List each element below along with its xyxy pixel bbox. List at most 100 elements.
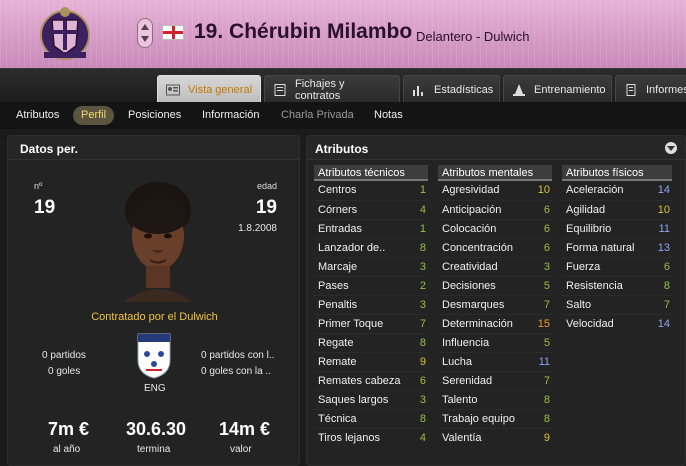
- attribute-value: 7: [663, 299, 670, 311]
- contract-status[interactable]: Contratado por el Dulwich: [8, 311, 301, 323]
- wage-label: al año: [53, 444, 81, 455]
- attribute-name: Equilibrio: [566, 223, 612, 235]
- attribute-row[interactable]: Remates cabeza 6: [314, 371, 428, 390]
- attribute-value: 13: [657, 242, 670, 254]
- attribute-name: Agresividad: [442, 184, 500, 196]
- tab-fichajes-contratos[interactable]: Fichajes y contratos: [264, 75, 400, 103]
- attribute-row[interactable]: Resistencia 8: [562, 276, 672, 295]
- attribute-value: 8: [419, 413, 426, 425]
- attribute-row[interactable]: Centros 1: [314, 181, 428, 200]
- player-stepper[interactable]: [137, 18, 153, 48]
- england-fa-crest-icon[interactable]: [136, 332, 172, 380]
- attribute-row[interactable]: Agresividad 10: [438, 181, 552, 200]
- attribute-row[interactable]: Regate 8: [314, 333, 428, 352]
- attribute-row[interactable]: Marcaje 3: [314, 257, 428, 276]
- attribute-row[interactable]: Colocación 6: [438, 219, 552, 238]
- attribute-row[interactable]: Técnica 8: [314, 409, 428, 428]
- tab-informes[interactable]: Informes: [615, 75, 686, 103]
- attribute-row[interactable]: Entradas 1: [314, 219, 428, 238]
- attribute-value: 6: [419, 375, 426, 387]
- attribute-row[interactable]: Talento 8: [438, 390, 552, 409]
- attribute-name: Centros: [318, 184, 357, 196]
- sub-tabbar: Atributos Perfil Posiciones Información …: [0, 102, 686, 129]
- attribute-row[interactable]: Saques largos 3: [314, 390, 428, 409]
- attribute-value: 15: [537, 318, 550, 330]
- attribute-name: Córners: [318, 204, 358, 216]
- attribute-row[interactable]: Primer Toque 7: [314, 314, 428, 333]
- attribute-value: 8: [419, 337, 426, 349]
- tab-entrenamiento[interactable]: Entrenamiento: [503, 75, 612, 103]
- collapse-icon[interactable]: [665, 142, 677, 154]
- attribute-row[interactable]: Agilidad 10: [562, 200, 672, 219]
- attribute-row[interactable]: Fuerza 6: [562, 257, 672, 276]
- bar-chart-icon: [412, 84, 426, 96]
- attribute-name: Marcaje: [318, 261, 358, 273]
- tab-label: Informes: [646, 83, 686, 96]
- attribute-row[interactable]: Decisiones 5: [438, 276, 552, 295]
- attribute-value: 11: [658, 223, 670, 235]
- attribute-value: 4: [419, 432, 426, 444]
- subtab-notas[interactable]: Notas: [366, 106, 411, 125]
- player-face-image: [116, 180, 200, 302]
- subtab-perfil[interactable]: Perfil: [73, 106, 115, 125]
- attribute-row[interactable]: Concentración 6: [438, 238, 552, 257]
- attribute-row[interactable]: Serenidad 7: [438, 371, 552, 390]
- attribute-row[interactable]: Anticipación 6: [438, 200, 552, 219]
- attribute-row[interactable]: Valentía 9: [438, 428, 552, 447]
- market-value: 14m €: [219, 419, 271, 439]
- attribute-row[interactable]: Pases 2: [314, 276, 428, 295]
- attribute-row[interactable]: Aceleración 14: [562, 181, 672, 200]
- attribute-row[interactable]: Velocidad 14: [562, 314, 672, 333]
- attribute-value: 11: [538, 356, 550, 368]
- attribute-value: 3: [419, 261, 426, 273]
- next-player-icon[interactable]: [141, 36, 149, 42]
- attribute-value: 6: [543, 223, 550, 235]
- report-icon: [624, 83, 638, 96]
- previous-player-icon[interactable]: [141, 24, 149, 30]
- subtab-informacion[interactable]: Información: [194, 106, 267, 125]
- tab-label: Fichajes y contratos: [295, 77, 345, 102]
- technical-attributes-column: Atributos técnicos Centros 1 Córners 4 Entra…: [314, 165, 428, 447]
- attribute-value: 5: [543, 280, 550, 292]
- attribute-name: Fuerza: [566, 261, 601, 273]
- attribute-name: Determinación: [442, 318, 513, 330]
- attribute-row[interactable]: Salto 7: [562, 295, 672, 314]
- player-position-club[interactable]: Delantero - Dulwich: [416, 29, 529, 44]
- attribute-name: Forma natural: [566, 242, 635, 254]
- attribute-row[interactable]: Creatividad 3: [438, 257, 552, 276]
- attributes-panel: Atributos Atributos técnicos Centros 1 Cór…: [306, 135, 686, 466]
- attribute-value: 5: [543, 337, 550, 349]
- attribute-name: Lanzador de..: [318, 242, 386, 254]
- attribute-row[interactable]: Desmarques 7: [438, 295, 552, 314]
- attribute-row[interactable]: Determinación 15: [438, 314, 552, 333]
- attribute-row[interactable]: Influencia 5: [438, 333, 552, 352]
- attribute-row[interactable]: Penaltis 3: [314, 295, 428, 314]
- tab-vista-general[interactable]: Vista general: [157, 75, 261, 103]
- attribute-value: 7: [419, 318, 426, 330]
- tab-label: Entrenamiento: [534, 83, 606, 96]
- attribute-value: 6: [543, 242, 550, 254]
- national-goals: 0 goles con la ..: [201, 366, 272, 377]
- attribute-row[interactable]: Forma natural 13: [562, 238, 672, 257]
- attribute-row[interactable]: Remate 9: [314, 352, 428, 371]
- subtab-atributos[interactable]: Atributos: [8, 106, 67, 125]
- club-crest-icon[interactable]: [30, 2, 100, 64]
- subtab-posiciones[interactable]: Posiciones: [120, 106, 189, 125]
- attribute-name: Influencia: [442, 337, 490, 349]
- attribute-row[interactable]: Lucha 11: [438, 352, 552, 371]
- attribute-value: 10: [657, 204, 670, 216]
- attribute-name: Lucha: [442, 356, 472, 368]
- market-value-label: valor: [230, 444, 252, 455]
- attribute-row[interactable]: Trabajo equipo 8: [438, 409, 552, 428]
- column-heading: Atributos técnicos: [314, 165, 428, 181]
- attribute-row[interactable]: Equilibrio 11: [562, 219, 672, 238]
- nation-code: ENG: [144, 383, 166, 394]
- attribute-value: 14: [657, 318, 670, 330]
- attribute-row[interactable]: Tiros lejanos 4: [314, 428, 428, 447]
- attribute-row[interactable]: Lanzador de.. 8: [314, 238, 428, 257]
- attribute-row[interactable]: Córners 4: [314, 200, 428, 219]
- subtab-charla-privada[interactable]: Charla Privada: [273, 106, 362, 125]
- squad-number-label: nº: [34, 181, 43, 191]
- column-heading: Atributos mentales: [438, 165, 552, 181]
- tab-estadisticas[interactable]: Estadísticas: [403, 75, 500, 103]
